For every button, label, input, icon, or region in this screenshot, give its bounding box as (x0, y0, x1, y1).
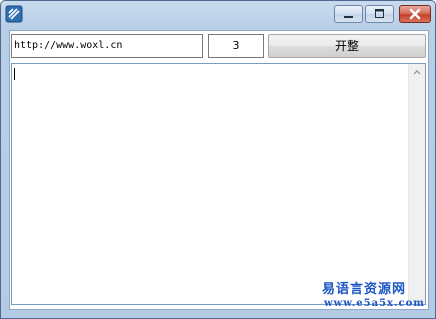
text-caret (14, 68, 15, 80)
minimize-button[interactable] (334, 5, 363, 23)
maximize-icon (375, 9, 384, 18)
count-input[interactable]: 3 (208, 34, 264, 58)
url-input[interactable]: http://www.woxl.cn (11, 34, 203, 58)
maximize-button[interactable] (365, 5, 394, 23)
title-bar[interactable] (1, 1, 435, 29)
start-button[interactable]: 开整 (268, 34, 426, 58)
output-textarea[interactable] (11, 63, 426, 305)
app-icon[interactable] (5, 5, 23, 23)
watermark-name: 易语言资源网 (322, 282, 407, 297)
minimize-icon (344, 16, 353, 18)
scroll-up-button[interactable] (409, 64, 425, 81)
close-icon (409, 8, 421, 20)
watermark-url: www.e5a5x.com (324, 298, 425, 309)
watermark: 易语言资源网 www.e5a5x.com (322, 282, 432, 310)
chevron-up-icon (413, 70, 421, 75)
vertical-scrollbar[interactable] (408, 64, 425, 304)
close-button[interactable] (399, 5, 431, 23)
